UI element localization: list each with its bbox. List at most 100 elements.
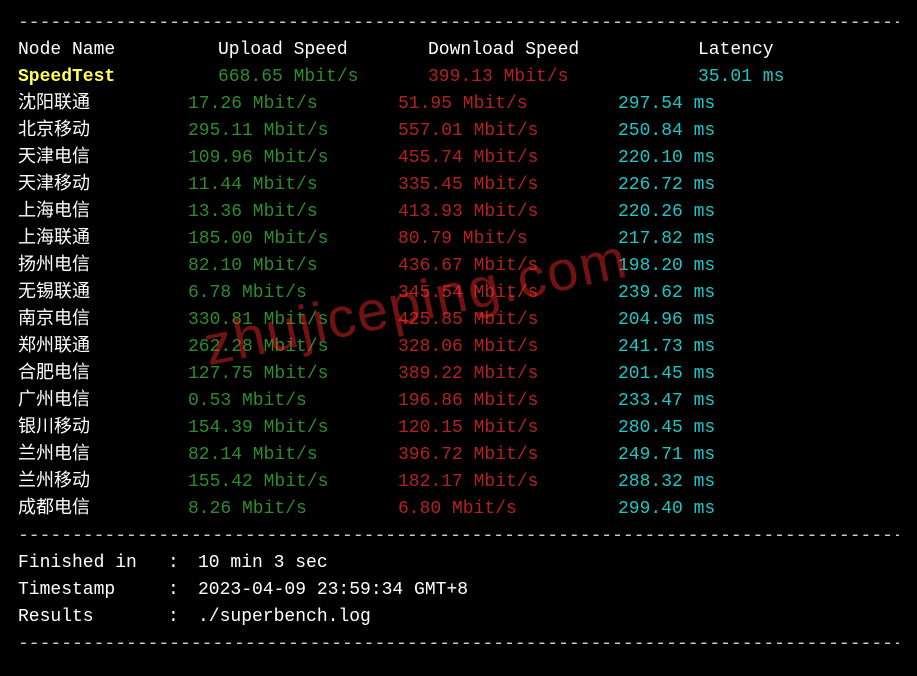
speedtest-latency: 35.01 ms [698, 64, 784, 91]
header-download: Download Speed [428, 37, 698, 64]
speedtest-name: SpeedTest [18, 64, 218, 91]
latency: 239.62 ms [618, 280, 715, 307]
node-name: 扬州电信 [18, 253, 188, 280]
header-latency: Latency [698, 37, 774, 64]
node-name: 广州电信 [18, 388, 188, 415]
latency: 204.96 ms [618, 307, 715, 334]
upload-speed: 330.81 Mbit/s [188, 307, 398, 334]
colon: : [168, 550, 198, 577]
table-row: 银川移动154.39 Mbit/s120.15 Mbit/s280.45 ms [18, 415, 899, 442]
table-row: 无锡联通6.78 Mbit/s345.54 Mbit/s239.62 ms [18, 280, 899, 307]
download-speed: 51.95 Mbit/s [398, 91, 618, 118]
download-speed: 345.54 Mbit/s [398, 280, 618, 307]
upload-speed: 155.42 Mbit/s [188, 469, 398, 496]
speedtest-upload: 668.65 Mbit/s [218, 64, 428, 91]
node-name: 上海联通 [18, 226, 188, 253]
upload-speed: 8.26 Mbit/s [188, 496, 398, 523]
download-speed: 557.01 Mbit/s [398, 118, 618, 145]
table-row: 北京移动295.11 Mbit/s557.01 Mbit/s250.84 ms [18, 118, 899, 145]
table-row: 郑州联通262.28 Mbit/s328.06 Mbit/s241.73 ms [18, 334, 899, 361]
header-row: Node Name Upload Speed Download Speed La… [18, 37, 899, 64]
latency: 280.45 ms [618, 415, 715, 442]
upload-speed: 109.96 Mbit/s [188, 145, 398, 172]
results-label: Results [18, 604, 168, 631]
node-name: 天津移动 [18, 172, 188, 199]
node-name: 兰州电信 [18, 442, 188, 469]
upload-speed: 17.26 Mbit/s [188, 91, 398, 118]
download-speed: 389.22 Mbit/s [398, 361, 618, 388]
latency: 288.32 ms [618, 469, 715, 496]
latency: 217.82 ms [618, 226, 715, 253]
download-speed: 120.15 Mbit/s [398, 415, 618, 442]
latency: 226.72 ms [618, 172, 715, 199]
upload-speed: 6.78 Mbit/s [188, 280, 398, 307]
node-name: 上海电信 [18, 199, 188, 226]
upload-speed: 82.10 Mbit/s [188, 253, 398, 280]
upload-speed: 295.11 Mbit/s [188, 118, 398, 145]
download-speed: 182.17 Mbit/s [398, 469, 618, 496]
finished-value: 10 min 3 sec [198, 550, 328, 577]
node-name: 银川移动 [18, 415, 188, 442]
download-speed: 413.93 Mbit/s [398, 199, 618, 226]
latency: 250.84 ms [618, 118, 715, 145]
node-name: 南京电信 [18, 307, 188, 334]
finished-label: Finished in [18, 550, 168, 577]
table-row: 兰州移动155.42 Mbit/s182.17 Mbit/s288.32 ms [18, 469, 899, 496]
table-row: 天津电信109.96 Mbit/s455.74 Mbit/s220.10 ms [18, 145, 899, 172]
latency: 297.54 ms [618, 91, 715, 118]
mid-divider: ----------------------------------------… [18, 523, 899, 550]
download-speed: 455.74 Mbit/s [398, 145, 618, 172]
upload-speed: 11.44 Mbit/s [188, 172, 398, 199]
results-value: ./superbench.log [198, 604, 371, 631]
upload-speed: 154.39 Mbit/s [188, 415, 398, 442]
latency: 233.47 ms [618, 388, 715, 415]
download-speed: 6.80 Mbit/s [398, 496, 618, 523]
download-speed: 328.06 Mbit/s [398, 334, 618, 361]
upload-speed: 262.28 Mbit/s [188, 334, 398, 361]
download-speed: 436.67 Mbit/s [398, 253, 618, 280]
node-name: 合肥电信 [18, 361, 188, 388]
upload-speed: 82.14 Mbit/s [188, 442, 398, 469]
table-row: 天津移动11.44 Mbit/s335.45 Mbit/s226.72 ms [18, 172, 899, 199]
download-speed: 425.85 Mbit/s [398, 307, 618, 334]
top-divider: ----------------------------------------… [18, 10, 899, 37]
latency: 220.26 ms [618, 199, 715, 226]
node-name: 郑州联通 [18, 334, 188, 361]
latency: 220.10 ms [618, 145, 715, 172]
header-node: Node Name [18, 37, 218, 64]
latency: 198.20 ms [618, 253, 715, 280]
footer-results: Results : ./superbench.log [18, 604, 899, 631]
table-row: 兰州电信82.14 Mbit/s396.72 Mbit/s249.71 ms [18, 442, 899, 469]
speedtest-row: SpeedTest 668.65 Mbit/s 399.13 Mbit/s 35… [18, 64, 899, 91]
bottom-divider: ----------------------------------------… [18, 631, 899, 658]
node-name: 成都电信 [18, 496, 188, 523]
node-name: 沈阳联通 [18, 91, 188, 118]
header-upload: Upload Speed [218, 37, 428, 64]
timestamp-value: 2023-04-09 23:59:34 GMT+8 [198, 577, 468, 604]
table-row: 扬州电信82.10 Mbit/s436.67 Mbit/s198.20 ms [18, 253, 899, 280]
table-row: 成都电信8.26 Mbit/s6.80 Mbit/s299.40 ms [18, 496, 899, 523]
latency: 249.71 ms [618, 442, 715, 469]
download-speed: 196.86 Mbit/s [398, 388, 618, 415]
table-row: 广州电信0.53 Mbit/s196.86 Mbit/s233.47 ms [18, 388, 899, 415]
speedtest-download: 399.13 Mbit/s [428, 64, 698, 91]
download-speed: 335.45 Mbit/s [398, 172, 618, 199]
table-row: 上海电信13.36 Mbit/s413.93 Mbit/s220.26 ms [18, 199, 899, 226]
node-name: 北京移动 [18, 118, 188, 145]
table-row: 南京电信330.81 Mbit/s425.85 Mbit/s204.96 ms [18, 307, 899, 334]
table-row: 沈阳联通17.26 Mbit/s51.95 Mbit/s297.54 ms [18, 91, 899, 118]
download-speed: 396.72 Mbit/s [398, 442, 618, 469]
download-speed: 80.79 Mbit/s [398, 226, 618, 253]
colon: : [168, 604, 198, 631]
latency: 241.73 ms [618, 334, 715, 361]
latency: 201.45 ms [618, 361, 715, 388]
node-name: 兰州移动 [18, 469, 188, 496]
node-name: 无锡联通 [18, 280, 188, 307]
footer-finished: Finished in : 10 min 3 sec [18, 550, 899, 577]
upload-speed: 0.53 Mbit/s [188, 388, 398, 415]
colon: : [168, 577, 198, 604]
node-name: 天津电信 [18, 145, 188, 172]
timestamp-label: Timestamp [18, 577, 168, 604]
footer-timestamp: Timestamp : 2023-04-09 23:59:34 GMT+8 [18, 577, 899, 604]
data-rows: 沈阳联通17.26 Mbit/s51.95 Mbit/s297.54 ms北京移… [18, 91, 899, 523]
